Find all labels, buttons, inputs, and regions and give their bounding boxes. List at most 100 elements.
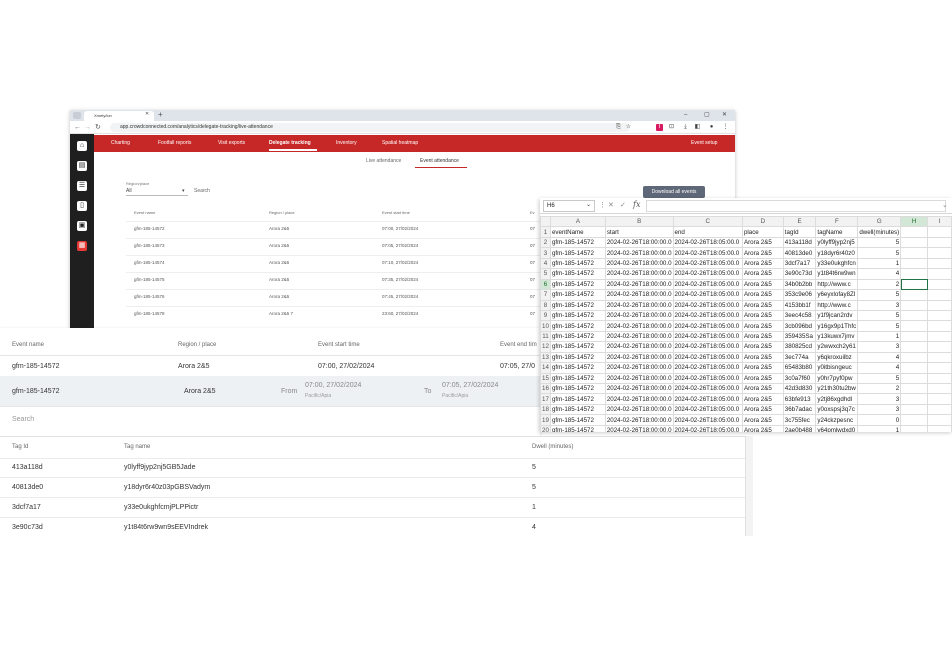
sheet-cell[interactable]: gfm-185-14572	[549, 320, 606, 332]
row-header[interactable]: 16	[540, 382, 551, 395]
sheet-cell[interactable]: 3	[857, 403, 902, 416]
sheet-cell[interactable]: 2024-02-26T18:00:00.0	[604, 424, 674, 432]
col-header-tag-id[interactable]: Tag Id	[12, 444, 28, 450]
device-icon[interactable]: ▣	[77, 221, 87, 231]
row-header[interactable]: 4	[540, 257, 551, 270]
sheet-cell[interactable]: 2024-02-26T18:00:00.0	[604, 236, 674, 249]
sheet-cell[interactable]: gfm-185-14572	[549, 424, 606, 432]
sheet-cell[interactable]: 63bfe913	[782, 393, 817, 405]
sheet-cell[interactable]: 2024-02-26T18:00:00.0	[604, 278, 674, 291]
col-header-event-name[interactable]: Event name	[134, 210, 155, 215]
sheet-cell[interactable]: 34b0b2bb	[782, 278, 817, 291]
sheet-cell[interactable]	[927, 424, 952, 432]
sheet-cell[interactable]: 3eec4c58	[782, 309, 817, 322]
sheet-cell[interactable]: 2024-02-26T18:00:00.0	[604, 362, 674, 374]
sheet-cell[interactable]: Arora 2&5	[741, 268, 784, 280]
sheet-cell[interactable]	[927, 309, 952, 322]
sheet-cell[interactable]: y16gx9p1Thfc	[815, 320, 859, 332]
sheet-cell[interactable]: 2024-02-26T18:00:00.0	[604, 299, 674, 311]
column-header[interactable]: E	[782, 215, 817, 228]
column-header[interactable]: G	[857, 215, 902, 228]
sheet-cell[interactable]: gfm-185-14572	[549, 289, 606, 301]
sheet-cell[interactable]: 2024-02-26T18:05:00.0	[672, 393, 743, 405]
sheet-cell[interactable]: 65483b80	[782, 362, 817, 374]
sheet-cell[interactable]: Arora 2&5	[741, 393, 784, 405]
sheet-cell[interactable]: 2024-02-26T18:05:00.0	[672, 362, 743, 374]
column-header[interactable]: H	[900, 215, 929, 228]
sheet-cell[interactable]: 3ec774a	[782, 351, 817, 364]
sheet-cell[interactable]: 2024-02-26T18:05:00.0	[672, 236, 743, 249]
sheet-cell[interactable]	[927, 351, 952, 364]
column-header[interactable]: A	[549, 215, 606, 228]
column-header[interactable]: F	[815, 215, 859, 228]
col-header-start-time[interactable]: Event start time	[382, 210, 410, 215]
sheet-cell[interactable]	[900, 362, 929, 374]
sheet-cell[interactable]: Arora 2&5	[741, 299, 784, 311]
sheet-cell[interactable]: y33e0ukghfcn	[815, 257, 859, 270]
sheet-cell[interactable]: 5	[857, 320, 902, 332]
sheet-cell[interactable]: 5	[857, 289, 902, 301]
sheet-cell[interactable]: 2024-02-26T18:05:00.0	[672, 330, 743, 343]
sheet-cell[interactable]: 2024-02-26T18:00:00.0	[604, 330, 674, 343]
sheet-cell[interactable]: y64pmlwdxd0	[815, 424, 859, 432]
sheet-cell[interactable]: 1	[857, 424, 902, 432]
tab-search-icon[interactable]	[73, 112, 81, 119]
sheet-cell[interactable]: 1	[857, 257, 902, 270]
row-header[interactable]: 6	[540, 278, 551, 291]
sheet-cell[interactable]: 2024-02-26T18:05:00.0	[672, 403, 743, 416]
insert-function-icon[interactable]: fx	[633, 200, 640, 209]
sheet-cell[interactable]	[900, 320, 929, 332]
sheet-cell[interactable]	[927, 278, 952, 291]
sheet-cell[interactable]: Arora 2&5	[741, 424, 784, 432]
column-header[interactable]: I	[927, 215, 952, 228]
nav-footfall-reports[interactable]: Footfall reports	[158, 135, 191, 152]
row-header[interactable]: 20	[540, 424, 551, 432]
sheet-cell[interactable]	[927, 341, 952, 353]
sheet-cell[interactable]: 4153bb1f	[782, 299, 817, 311]
sheet-cell[interactable]	[927, 372, 952, 385]
sheet-cell[interactable]: 353c9e06	[782, 289, 817, 301]
minimize-icon[interactable]: –	[684, 110, 687, 120]
list-icon[interactable]: ☰	[77, 181, 87, 191]
sheet-cell[interactable]: Arora 2&5	[741, 372, 784, 385]
sheet-cell[interactable]: 2024-02-26T18:05:00.0	[672, 414, 743, 426]
sheet-cell[interactable]: 3e90c73d	[782, 268, 817, 280]
sheet-cell[interactable]: y1f9jcan2rdv	[815, 309, 859, 322]
sheet-cell[interactable]: 5	[857, 372, 902, 385]
sheet-cell[interactable]: end	[672, 226, 743, 238]
sheet-cell[interactable]: 2024-02-26T18:00:00.0	[604, 372, 674, 385]
column-header[interactable]: B	[604, 215, 674, 228]
sheet-cell[interactable]	[927, 289, 952, 301]
sheet-cell[interactable]: 3	[857, 393, 902, 405]
tab-event-attendance[interactable]: Event attendance	[420, 158, 459, 164]
tag-search-input[interactable]: Search	[12, 416, 34, 423]
sheet-cell[interactable]: place	[741, 226, 784, 238]
sheet-cell[interactable]: gfm-185-14572	[549, 382, 606, 395]
from-time-input[interactable]: 07:00, 27/02/2024	[305, 382, 361, 389]
sheet-cell[interactable]: Arora 2&5	[741, 330, 784, 343]
extension-icon[interactable]: I	[656, 124, 663, 131]
row-header[interactable]: 17	[540, 393, 551, 405]
chart-icon[interactable]: ▤	[77, 161, 87, 171]
nav-event-setup[interactable]: Event setup	[691, 135, 717, 152]
bookmark-star-icon[interactable]: ☆	[625, 124, 632, 131]
tabs-icon[interactable]: ◧	[694, 124, 701, 131]
sheet-cell[interactable]: 2	[857, 278, 902, 291]
sheet-cell[interactable]: 2	[857, 382, 902, 395]
expanded-event-row[interactable]	[0, 376, 540, 406]
sheet-cell[interactable]: gfm-185-14572	[549, 341, 606, 353]
sheet-cell[interactable]: 36b7adac	[782, 403, 817, 416]
sheet-cell[interactable]: 2024-02-26T18:00:00.0	[604, 289, 674, 301]
sheet-cell[interactable]	[900, 330, 929, 343]
sheet-cell[interactable]: 2024-02-26T18:05:00.0	[672, 351, 743, 364]
sheet-cell[interactable]: 0	[857, 414, 902, 426]
sheet-cell[interactable]: 5	[857, 309, 902, 322]
sheet-cell[interactable]	[900, 257, 929, 270]
select-all-corner[interactable]	[540, 215, 551, 228]
sheet-cell[interactable]: 2ae0b488	[782, 424, 817, 432]
row-header[interactable]: 3	[540, 247, 551, 259]
sheet-cell[interactable]: dwell(minutes)	[857, 226, 902, 238]
sheet-cell[interactable]: 3c755fec	[782, 414, 817, 426]
nav-visit-exports[interactable]: Visit exports	[218, 135, 245, 152]
sheet-cell[interactable]: 2024-02-26T18:00:00.0	[604, 414, 674, 426]
